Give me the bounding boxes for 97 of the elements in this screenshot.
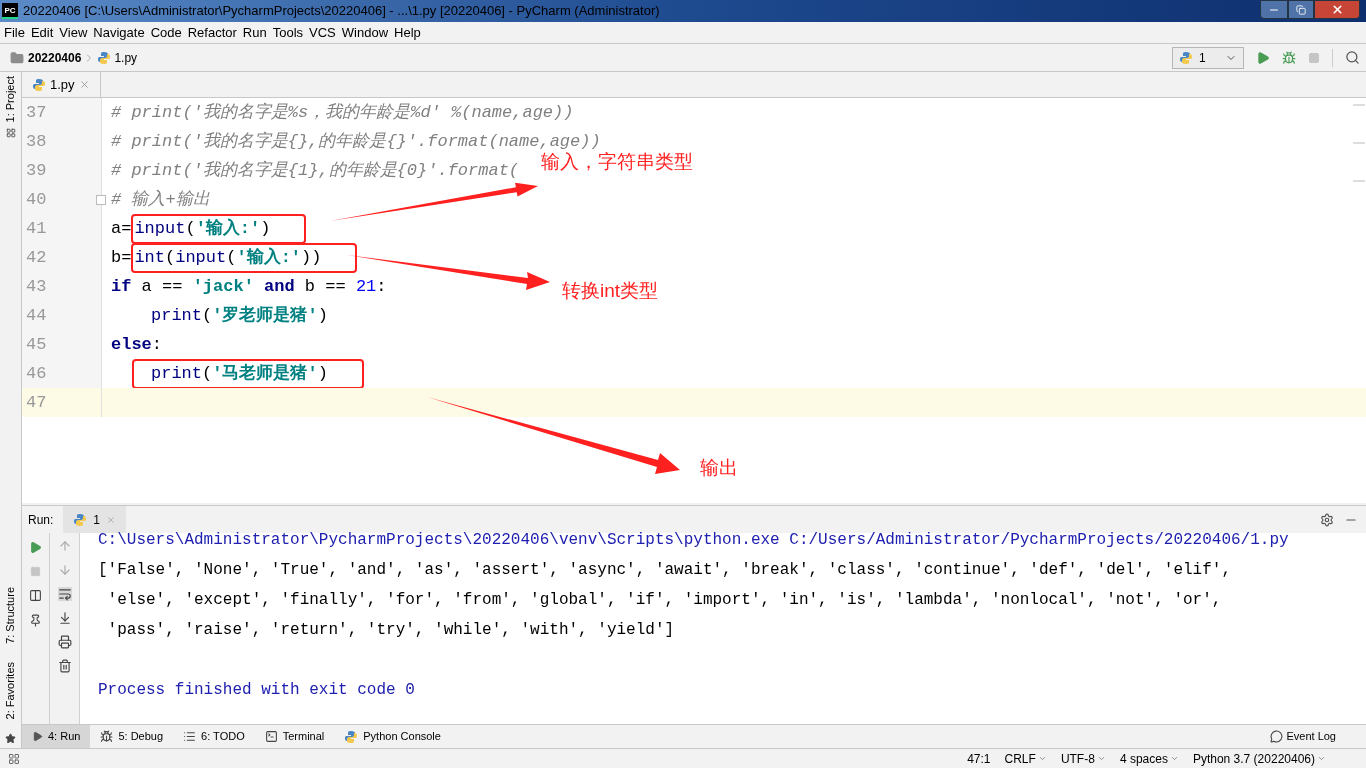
tool-window-tab[interactable]: 6: TODO	[173, 725, 255, 748]
code-text: else:	[111, 333, 162, 356]
menu-item[interactable]: File	[1, 22, 28, 43]
run-icon[interactable]	[1256, 50, 1270, 65]
line-number: 38	[26, 130, 47, 153]
menu-item[interactable]: Window	[338, 22, 392, 43]
menu-item[interactable]: Run	[239, 22, 270, 43]
debug-icon[interactable]	[1282, 50, 1296, 65]
terminal-icon	[264, 730, 278, 743]
status-item[interactable]: 4 spaces	[1119, 749, 1179, 768]
line-number: 42	[26, 246, 47, 269]
code-text: # 输入+输出	[111, 188, 210, 211]
annotation-label: 输出	[700, 456, 738, 480]
event-log-button[interactable]: Event Log	[1270, 728, 1336, 745]
code-text: # print('我的名字是{1},的年龄是{0}'.format(	[111, 159, 520, 182]
menu-item[interactable]: Code	[147, 22, 185, 43]
code-text: if a == 'jack' and b == 21:	[111, 275, 387, 298]
dropdown-icon	[1096, 754, 1106, 763]
run-panel-label: Run:	[28, 511, 54, 529]
run-tab[interactable]: 1	[63, 506, 127, 533]
line-number: 40	[26, 188, 47, 211]
line-number: 41	[26, 217, 47, 240]
console-line: C:\Users\Administrator\PycharmProjects\20220406\venv\Scripts\python.exe C:/Users/Administrator/PycharmProjects/20220406/1.py	[98, 530, 1290, 551]
tool-window-tab[interactable]: 5: Debug	[90, 725, 174, 748]
code-text: print('罗老师是猪')	[150, 304, 328, 327]
line-number: 45	[26, 333, 47, 356]
tool-window-tab[interactable]: 4: Run	[22, 725, 91, 748]
code-text: a=	[111, 217, 132, 240]
menu-item[interactable]: Tools	[269, 22, 307, 43]
scroll-to-end-icon[interactable]	[57, 611, 72, 625]
python-icon	[97, 50, 112, 65]
line-number: 44	[26, 304, 47, 327]
project-icon	[5, 128, 16, 139]
code-text: # print('我的名字是%s，我的年龄是%d' %(name,age))	[111, 101, 574, 124]
pin-icon[interactable]	[29, 614, 42, 627]
print-icon[interactable]	[57, 635, 72, 649]
python-icon	[344, 729, 359, 744]
python-icon	[73, 512, 88, 527]
tool-window-tab[interactable]: Terminal	[254, 725, 335, 748]
window-title: 20220406 [C:\Users\Administrator\PycharmProjects\20220406] - ...\1.py [20220406] - PyCharm (Administrator)	[23, 2, 660, 21]
layout-icon[interactable]	[29, 589, 42, 602]
settings-icon[interactable]	[1320, 512, 1334, 527]
status-item[interactable]: 47:1	[967, 749, 991, 768]
close-icon	[1330, 3, 1344, 16]
run-icon[interactable]	[29, 541, 42, 554]
highlighted-code: input('输入:')	[131, 213, 307, 244]
tool-window-tab[interactable]: Python Console	[334, 725, 451, 748]
run-config-dropdown[interactable]: 1	[1172, 46, 1244, 69]
highlighted-code: int(input('输入:'))	[131, 242, 358, 273]
tool-window-tab[interactable]: 7: Structure	[2, 582, 19, 648]
dropdown-icon	[1317, 754, 1326, 763]
app-logo: PC	[2, 3, 18, 19]
annotation-label: 输入，字符串类型	[541, 150, 693, 174]
play-icon	[32, 731, 43, 742]
line-number: 46	[26, 362, 47, 385]
dropdown-icon	[1037, 754, 1047, 763]
fold-marker-icon[interactable]	[96, 194, 106, 205]
status-item[interactable]: UTF-8	[1060, 749, 1106, 768]
restore-icon	[1296, 4, 1306, 15]
menu-item[interactable]: VCS	[306, 22, 339, 43]
line-number: 43	[26, 275, 47, 298]
star-icon	[5, 733, 16, 744]
code-text: # print('我的名字是{},的年龄是{}'.format(name,age))	[111, 130, 601, 152]
line-number: 47	[26, 391, 47, 414]
status-item[interactable]: CRLF	[1004, 749, 1047, 768]
bug-icon	[100, 730, 114, 743]
search-icon[interactable]	[1345, 50, 1360, 65]
trash-icon[interactable]	[57, 659, 72, 673]
console-line: 'pass', 'raise', 'return', 'try', 'while', 'with', 'yield']	[106, 620, 676, 641]
minimize-button[interactable]	[1260, 0, 1288, 19]
line-number: 39	[26, 159, 47, 182]
console-line: Process finished with exit code 0	[98, 680, 416, 701]
menu-item[interactable]: Navigate	[90, 22, 148, 43]
menu-item[interactable]: Edit	[27, 22, 57, 43]
breadcrumb-item[interactable]: 20220406	[28, 48, 82, 67]
dropdown-icon	[1169, 754, 1179, 763]
close-button[interactable]	[1314, 0, 1360, 19]
python-icon	[1179, 50, 1193, 65]
menu-item[interactable]: View	[56, 22, 91, 43]
status-item[interactable]: Python 3.7 (20220406)	[1192, 749, 1326, 768]
soft-wrap-icon[interactable]	[57, 587, 72, 601]
code-text: b=	[111, 246, 132, 269]
line-number: 37	[26, 101, 47, 124]
tool-window-tab[interactable]: 2: Favorites	[2, 657, 19, 723]
folder-icon	[10, 50, 24, 65]
tool-window-tab[interactable]: 1: Project	[2, 72, 19, 127]
breadcrumb-item[interactable]: 1.py	[114, 48, 138, 67]
console-line: ['False', 'None', 'True', 'and', 'as', 'assert', 'async', 'await', 'break', 'class', 'continue', 'def', 'del', 'elif',	[98, 560, 1232, 581]
python-icon	[32, 77, 46, 92]
annotation-label: 转换int类型	[562, 279, 659, 303]
tool-windows-icon[interactable]	[8, 752, 20, 765]
restore-button[interactable]	[1288, 0, 1314, 19]
list-icon	[183, 730, 197, 743]
menu-item[interactable]: Refactor	[184, 22, 240, 43]
speech-bubble-icon	[1270, 730, 1284, 743]
menu-item[interactable]: Help	[391, 22, 424, 43]
console-line: 'else', 'except', 'finally', 'for', 'from', 'global', 'if', 'import', 'in', 'is', 'lambda', 'nonlocal', 'not', 'or',	[106, 590, 1223, 611]
